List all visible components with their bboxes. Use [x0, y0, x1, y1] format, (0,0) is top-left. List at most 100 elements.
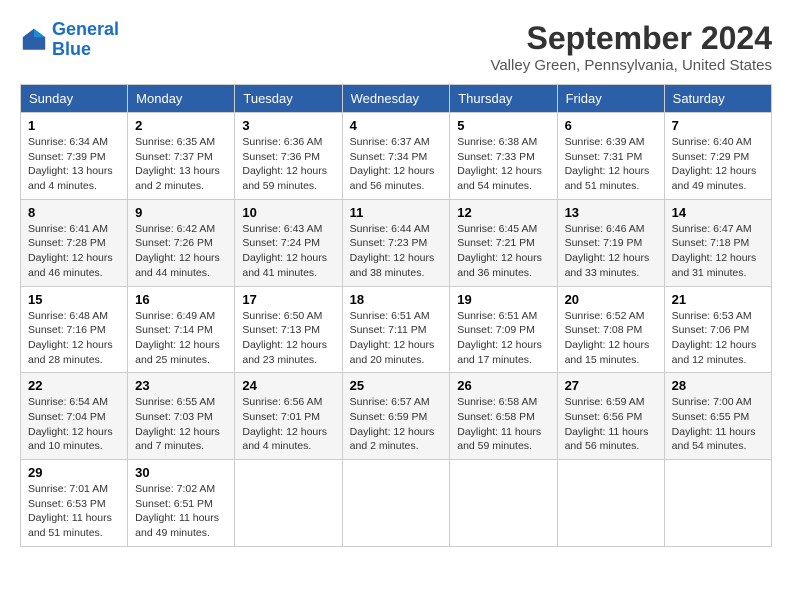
calendar-cell: 11 Sunrise: 6:44 AM Sunset: 7:23 PM Dayli…: [342, 199, 450, 286]
day-number: 13: [565, 205, 657, 220]
day-info: Sunrise: 6:40 AM Sunset: 7:29 PM Dayligh…: [672, 135, 764, 194]
day-info: Sunrise: 6:53 AM Sunset: 7:06 PM Dayligh…: [672, 309, 764, 368]
day-info: Sunrise: 6:41 AM Sunset: 7:28 PM Dayligh…: [28, 222, 120, 281]
week-row-2: 15Sunrise: 6:48 AM Sunset: 7:16 PM Dayli…: [21, 286, 772, 373]
day-number: 15: [28, 292, 120, 307]
calendar-cell: 19 Sunrise: 6:51 AM Sunset: 7:09 PM Dayli…: [450, 286, 557, 373]
calendar-cell: 14Sunrise: 6:47 AM Sunset: 7:18 PM Dayli…: [664, 199, 771, 286]
calendar-cell: 29 Sunrise: 7:01 AM Sunset: 6:53 PM Dayli…: [21, 460, 128, 547]
calendar-table: SundayMondayTuesdayWednesdayThursdayFrid…: [20, 84, 772, 547]
day-info: Sunrise: 6:49 AM Sunset: 7:14 PM Dayligh…: [135, 309, 227, 368]
weekday-header-saturday: Saturday: [664, 85, 771, 113]
day-number: 22: [28, 378, 120, 393]
calendar-cell: 17Sunrise: 6:50 AM Sunset: 7:13 PM Dayli…: [235, 286, 342, 373]
logo-text: General Blue: [52, 20, 119, 60]
day-number: 4: [350, 118, 443, 133]
day-info: Sunrise: 6:46 AM Sunset: 7:19 PM Dayligh…: [565, 222, 657, 281]
calendar-cell: 15Sunrise: 6:48 AM Sunset: 7:16 PM Dayli…: [21, 286, 128, 373]
calendar-cell: [235, 460, 342, 547]
calendar-cell: 5 Sunrise: 6:38 AM Sunset: 7:33 PM Daylig…: [450, 113, 557, 200]
title-section: September 2024 Valley Green, Pennsylvani…: [490, 20, 772, 74]
day-number: 2: [135, 118, 227, 133]
day-info: Sunrise: 6:59 AM Sunset: 6:56 PM Dayligh…: [565, 395, 657, 454]
header: General Blue September 2024 Valley Green…: [20, 20, 772, 74]
day-info: Sunrise: 6:58 AM Sunset: 6:58 PM Dayligh…: [457, 395, 549, 454]
calendar-cell: 7 Sunrise: 6:40 AM Sunset: 7:29 PM Daylig…: [664, 113, 771, 200]
logo-icon: [20, 26, 48, 54]
day-info: Sunrise: 6:35 AM Sunset: 7:37 PM Dayligh…: [135, 135, 227, 194]
day-number: 3: [242, 118, 334, 133]
week-row-4: 29 Sunrise: 7:01 AM Sunset: 6:53 PM Dayli…: [21, 460, 772, 547]
calendar-cell: 16Sunrise: 6:49 AM Sunset: 7:14 PM Dayli…: [128, 286, 235, 373]
day-number: 19: [457, 292, 549, 307]
day-number: 27: [565, 378, 657, 393]
calendar-cell: 1Sunrise: 6:34 AM Sunset: 7:39 PM Daylig…: [21, 113, 128, 200]
calendar-cell: 6 Sunrise: 6:39 AM Sunset: 7:31 PM Daylig…: [557, 113, 664, 200]
day-number: 10: [242, 205, 334, 220]
weekday-header-wednesday: Wednesday: [342, 85, 450, 113]
day-info: Sunrise: 6:39 AM Sunset: 7:31 PM Dayligh…: [565, 135, 657, 194]
day-number: 26: [457, 378, 549, 393]
calendar-cell: 26 Sunrise: 6:58 AM Sunset: 6:58 PM Dayli…: [450, 373, 557, 460]
day-number: 17: [242, 292, 334, 307]
calendar-cell: [342, 460, 450, 547]
month-title: September 2024: [490, 20, 772, 57]
location-title: Valley Green, Pennsylvania, United State…: [490, 57, 772, 74]
day-number: 29: [28, 465, 120, 480]
logo: General Blue: [20, 20, 119, 60]
day-info: Sunrise: 6:36 AM Sunset: 7:36 PM Dayligh…: [242, 135, 334, 194]
calendar-cell: 10Sunrise: 6:43 AM Sunset: 7:24 PM Dayli…: [235, 199, 342, 286]
day-info: Sunrise: 6:52 AM Sunset: 7:08 PM Dayligh…: [565, 309, 657, 368]
calendar-cell: 13 Sunrise: 6:46 AM Sunset: 7:19 PM Dayli…: [557, 199, 664, 286]
day-info: Sunrise: 7:02 AM Sunset: 6:51 PM Dayligh…: [135, 482, 227, 541]
calendar-cell: 3 Sunrise: 6:36 AM Sunset: 7:36 PM Daylig…: [235, 113, 342, 200]
day-number: 21: [672, 292, 764, 307]
day-number: 5: [457, 118, 549, 133]
day-number: 11: [350, 205, 443, 220]
calendar-cell: 30 Sunrise: 7:02 AM Sunset: 6:51 PM Dayli…: [128, 460, 235, 547]
day-number: 24: [242, 378, 334, 393]
weekday-header-row: SundayMondayTuesdayWednesdayThursdayFrid…: [21, 85, 772, 113]
calendar-cell: 27 Sunrise: 6:59 AM Sunset: 6:56 PM Dayli…: [557, 373, 664, 460]
week-row-3: 22 Sunrise: 6:54 AM Sunset: 7:04 PM Dayli…: [21, 373, 772, 460]
day-number: 23: [135, 378, 227, 393]
logo-line1: General: [52, 19, 119, 39]
calendar-cell: 2 Sunrise: 6:35 AM Sunset: 7:37 PM Daylig…: [128, 113, 235, 200]
day-info: Sunrise: 6:38 AM Sunset: 7:33 PM Dayligh…: [457, 135, 549, 194]
weekday-header-thursday: Thursday: [450, 85, 557, 113]
calendar-cell: 18 Sunrise: 6:51 AM Sunset: 7:11 PM Dayli…: [342, 286, 450, 373]
calendar-cell: 22 Sunrise: 6:54 AM Sunset: 7:04 PM Dayli…: [21, 373, 128, 460]
day-info: Sunrise: 6:37 AM Sunset: 7:34 PM Dayligh…: [350, 135, 443, 194]
weekday-header-monday: Monday: [128, 85, 235, 113]
day-info: Sunrise: 6:57 AM Sunset: 6:59 PM Dayligh…: [350, 395, 443, 454]
week-row-1: 8Sunrise: 6:41 AM Sunset: 7:28 PM Daylig…: [21, 199, 772, 286]
calendar-cell: [664, 460, 771, 547]
day-info: Sunrise: 6:54 AM Sunset: 7:04 PM Dayligh…: [28, 395, 120, 454]
calendar-cell: [450, 460, 557, 547]
calendar-cell: 8Sunrise: 6:41 AM Sunset: 7:28 PM Daylig…: [21, 199, 128, 286]
day-number: 28: [672, 378, 764, 393]
calendar-cell: 24Sunrise: 6:56 AM Sunset: 7:01 PM Dayli…: [235, 373, 342, 460]
day-info: Sunrise: 6:44 AM Sunset: 7:23 PM Dayligh…: [350, 222, 443, 281]
calendar-cell: 21 Sunrise: 6:53 AM Sunset: 7:06 PM Dayli…: [664, 286, 771, 373]
day-info: Sunrise: 6:55 AM Sunset: 7:03 PM Dayligh…: [135, 395, 227, 454]
day-number: 25: [350, 378, 443, 393]
calendar-cell: 12Sunrise: 6:45 AM Sunset: 7:21 PM Dayli…: [450, 199, 557, 286]
day-info: Sunrise: 6:47 AM Sunset: 7:18 PM Dayligh…: [672, 222, 764, 281]
day-info: Sunrise: 6:34 AM Sunset: 7:39 PM Dayligh…: [28, 135, 120, 194]
calendar-cell: [557, 460, 664, 547]
day-info: Sunrise: 6:42 AM Sunset: 7:26 PM Dayligh…: [135, 222, 227, 281]
day-info: Sunrise: 6:51 AM Sunset: 7:11 PM Dayligh…: [350, 309, 443, 368]
day-info: Sunrise: 7:01 AM Sunset: 6:53 PM Dayligh…: [28, 482, 120, 541]
day-number: 9: [135, 205, 227, 220]
day-number: 30: [135, 465, 227, 480]
day-info: Sunrise: 6:45 AM Sunset: 7:21 PM Dayligh…: [457, 222, 549, 281]
calendar-cell: 9 Sunrise: 6:42 AM Sunset: 7:26 PM Daylig…: [128, 199, 235, 286]
calendar-cell: 28Sunrise: 7:00 AM Sunset: 6:55 PM Dayli…: [664, 373, 771, 460]
day-number: 6: [565, 118, 657, 133]
calendar-cell: 20 Sunrise: 6:52 AM Sunset: 7:08 PM Dayli…: [557, 286, 664, 373]
day-info: Sunrise: 6:51 AM Sunset: 7:09 PM Dayligh…: [457, 309, 549, 368]
day-number: 7: [672, 118, 764, 133]
day-number: 20: [565, 292, 657, 307]
day-number: 18: [350, 292, 443, 307]
